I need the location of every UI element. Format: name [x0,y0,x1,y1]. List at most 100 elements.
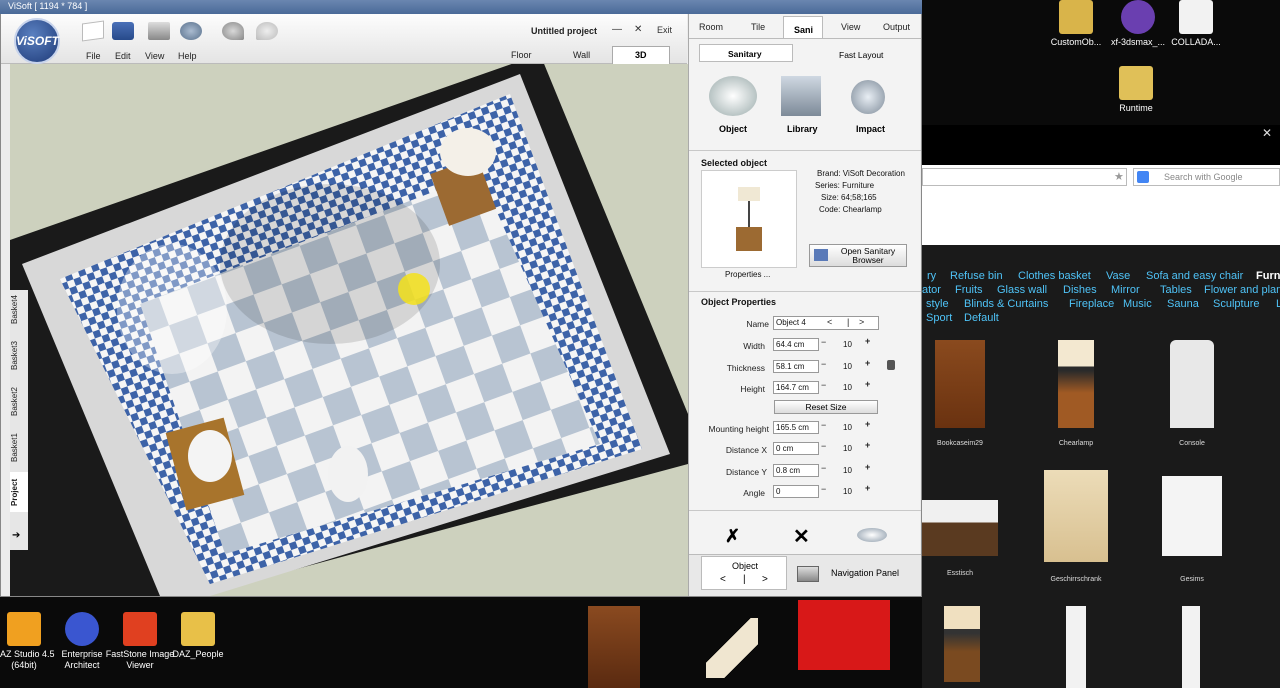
plus-button[interactable]: + [865,336,870,346]
address-bar[interactable] [922,168,1127,186]
category-link[interactable]: ry [927,269,936,283]
close-icon[interactable]: ✕ [1262,126,1272,140]
product-tile[interactable]: Bookcaseim29 [920,340,1000,447]
tab-fast-layout[interactable]: Fast Layout [839,50,883,60]
category-link[interactable]: Blinds & Curtains [964,297,1048,311]
red-cabinet-image[interactable] [798,600,890,670]
menu-file[interactable]: File [86,51,101,61]
edit-icon[interactable] [112,22,134,40]
next-icon[interactable]: > [762,574,768,585]
tab-sani[interactable]: Sani [783,16,823,38]
width-field[interactable]: 64.4 cm [773,338,819,351]
tab-project[interactable]: Project [10,472,28,512]
category-link[interactable]: Tables [1160,283,1192,297]
product-tile[interactable]: Esstisch [920,492,1000,577]
close-button[interactable]: ✕ [634,24,642,35]
angle-field[interactable]: 0 [773,485,819,498]
product-tile[interactable]: Gesims [1152,470,1232,583]
tab-3d[interactable]: 3D [612,46,670,64]
thickness-field[interactable]: 58.1 cm [773,360,819,373]
minus-button[interactable]: − [821,463,826,473]
column-image[interactable] [1066,606,1086,688]
category-link[interactable]: Sculpture [1213,297,1259,311]
desktop-icon-daz-people[interactable]: DAZ_People [162,612,234,660]
undo-icon[interactable] [222,22,244,40]
plus-button[interactable]: + [865,440,870,450]
menu-edit[interactable]: Edit [115,51,131,61]
distance-y-step[interactable]: 10 [843,466,852,475]
tool-object[interactable]: Object [719,124,747,134]
sink-icon[interactable] [857,528,887,542]
tab-floor[interactable]: Floor [511,50,532,60]
tab-object[interactable]: Object < | > [701,556,787,590]
category-link-active[interactable]: Furn [1256,269,1280,283]
save-icon[interactable] [148,22,170,40]
tab-wall[interactable]: Wall [573,50,590,60]
help-icon[interactable] [180,22,202,40]
plus-button[interactable]: + [865,483,870,493]
category-link[interactable]: Fruits [955,283,983,297]
lock-icon[interactable] [887,360,895,370]
product-tile[interactable]: Chearlamp [1036,340,1116,447]
distance-x-field[interactable]: 0 cm [773,442,819,455]
star-icon[interactable]: ★ [1114,170,1124,183]
tab-output[interactable]: Output [883,22,910,32]
tab-tile[interactable]: Tile [751,22,765,32]
category-link[interactable]: Default [964,311,999,325]
search-input[interactable]: Search with Google [1133,168,1280,186]
lamp-image[interactable] [944,606,980,682]
next-icon[interactable]: > [859,317,864,327]
wardrobe-image[interactable] [588,606,640,688]
product-tile[interactable]: Geschirrschrank [1036,470,1116,583]
category-link[interactable]: Refuse bin [950,269,1003,283]
distance-x-step[interactable]: 10 [843,444,852,453]
lounger-image[interactable] [706,618,758,678]
reset-size-button[interactable]: Reset Size [774,400,878,414]
minimize-button[interactable]: — [612,24,622,35]
tab-basket3[interactable]: Basket3 [10,336,28,376]
plus-button[interactable]: + [865,419,870,429]
category-link[interactable]: Music [1123,297,1152,311]
minus-button[interactable]: − [821,380,826,390]
category-link[interactable]: Sauna [1167,297,1199,311]
category-link[interactable]: style [926,297,949,311]
tab-basket4[interactable]: Basket4 [10,290,28,330]
angle-step[interactable]: 10 [843,487,852,496]
tab-navigation-panel[interactable]: Navigation Panel [831,568,899,578]
category-link[interactable]: Sport [926,311,952,325]
product-tile[interactable]: Console [1152,340,1232,447]
category-link[interactable]: Sofa and easy chair [1146,269,1243,283]
tool-impact[interactable]: Impact [856,124,885,134]
thickness-step[interactable]: 10 [843,362,852,371]
navigation-icon[interactable] [797,566,819,582]
prev-icon[interactable]: < [720,574,726,585]
desktop-icon-collada[interactable]: COLLADA... [1160,0,1232,48]
width-step[interactable]: 10 [843,340,852,349]
category-link[interactable]: Vase [1106,269,1130,283]
plus-button[interactable]: + [865,358,870,368]
mounting-step[interactable]: 10 [843,423,852,432]
plus-button[interactable]: + [865,462,870,472]
properties-link[interactable]: Properties ... [725,270,770,279]
minus-button[interactable]: − [821,337,826,347]
exit-button[interactable]: Exit [657,25,672,35]
prev-icon[interactable]: < [827,317,832,327]
minus-button[interactable]: − [821,359,826,369]
plus-button[interactable]: + [865,379,870,389]
minus-button[interactable]: − [821,441,826,451]
category-link[interactable]: Flower and plan [1204,283,1280,297]
library-icon[interactable] [781,76,821,116]
menu-view[interactable]: View [145,51,164,61]
tab-room[interactable]: Room [699,22,723,32]
column-image[interactable] [1182,606,1200,688]
impact-icon[interactable] [851,80,885,114]
minus-button[interactable]: − [821,420,826,430]
minus-button[interactable]: − [821,484,826,494]
menu-help[interactable]: Help [178,51,197,61]
new-file-icon[interactable] [82,20,104,42]
category-link[interactable]: ator [922,283,941,297]
category-link[interactable]: Clothes basket [1018,269,1091,283]
mounting-height-field[interactable]: 165.5 cm [773,421,819,434]
desktop-icon-runtime[interactable]: Runtime [1100,66,1172,114]
3d-viewport[interactable] [10,64,688,596]
